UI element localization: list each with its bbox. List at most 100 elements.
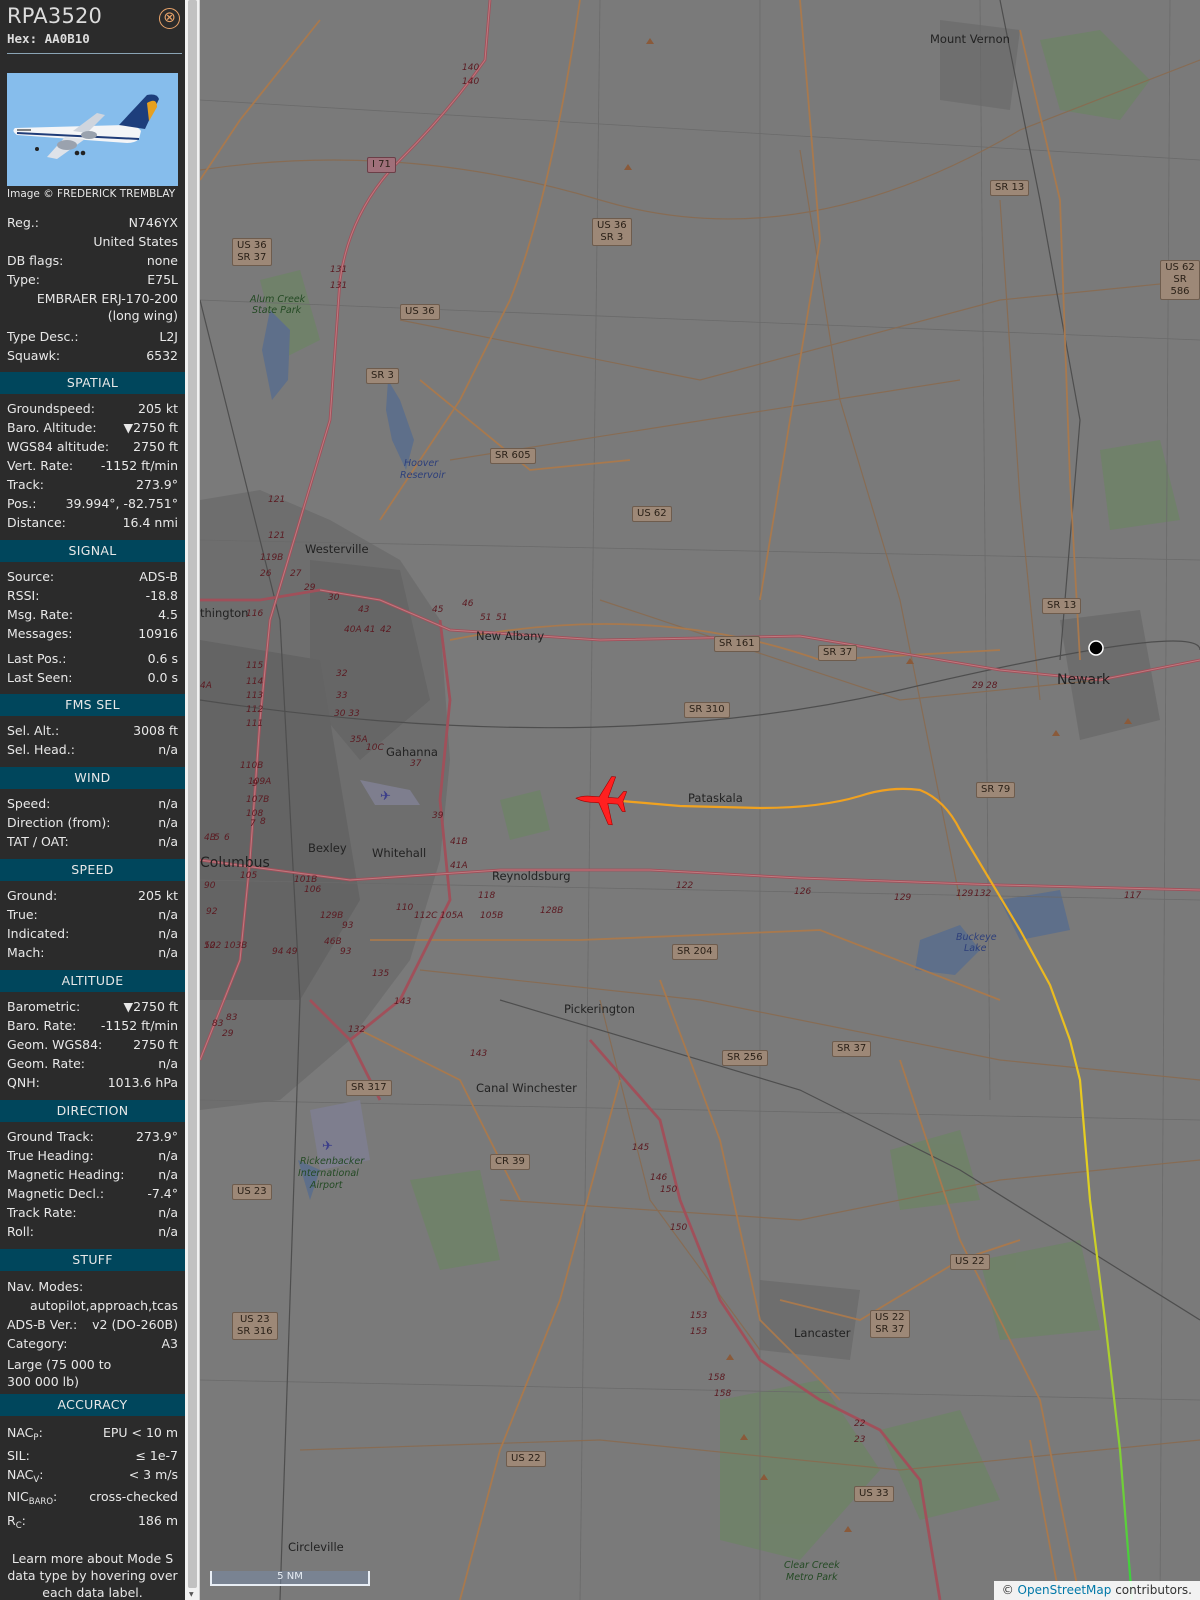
- exit-label: 150: [660, 1185, 677, 1195]
- exit-label: 150: [670, 1223, 687, 1233]
- map-view[interactable]: Mount Vernon Newark Westerville New Alba…: [200, 0, 1200, 1600]
- exit-label: 114: [246, 677, 263, 687]
- exit-label: 7: [250, 819, 256, 829]
- exit-label: 135: [372, 969, 389, 979]
- exit-label: 93: [342, 921, 354, 931]
- park-alum-creek-2: State Park: [252, 305, 302, 316]
- exit-label: 103B: [224, 941, 247, 951]
- aircraft-photo[interactable]: [7, 73, 178, 186]
- exit-label: 106: [304, 885, 321, 895]
- exit-label: 46B: [324, 937, 342, 947]
- aircraft-icon[interactable]: [574, 774, 628, 826]
- exit-label: 39: [432, 811, 444, 821]
- exit-label: 113: [246, 691, 263, 701]
- place-pataskala: Pataskala: [688, 791, 743, 805]
- callsign-title: RPA3520: [7, 4, 103, 28]
- exit-label: 112: [246, 705, 263, 715]
- exit-label: 132: [348, 1025, 365, 1035]
- exit-label: 140: [462, 63, 479, 73]
- header-divider: [7, 53, 182, 54]
- openstreetmap-link[interactable]: OpenStreetMap: [1018, 1583, 1112, 1597]
- section-signal: SIGNAL: [0, 540, 185, 562]
- place-newark: Newark: [1057, 672, 1111, 688]
- exit-label: 30 33: [334, 709, 360, 719]
- section-wind: WIND: [0, 767, 185, 789]
- exit-label: 46: [462, 599, 474, 609]
- exit-label: 111: [246, 719, 263, 729]
- exit-label: 93: [340, 947, 352, 957]
- exit-label: 83: [212, 1019, 224, 1029]
- exit-label: 158: [714, 1389, 731, 1399]
- shield-sr13-north: SR 13: [990, 180, 1030, 196]
- exit-label: 43: [358, 605, 370, 615]
- exit-label: 22: [854, 1419, 866, 1429]
- exit-label: 101B: [294, 875, 317, 885]
- place-new-albany: New Albany: [476, 629, 544, 643]
- exit-label: 143: [394, 997, 411, 1007]
- park-clear-creek: Clear Creek: [784, 1560, 840, 1571]
- shield-sr605: SR 605: [490, 448, 536, 464]
- place-bexley: Bexley: [308, 841, 347, 855]
- exit-label: 117: [1124, 891, 1141, 901]
- close-icon[interactable]: ⊗: [159, 8, 180, 29]
- receiver-location-icon[interactable]: [1088, 640, 1104, 656]
- shield-i71: I 71: [367, 157, 396, 173]
- shield-cr39: CR 39: [490, 1154, 530, 1170]
- exit-label: 30: [328, 593, 340, 603]
- exit-label: 143: [470, 1049, 487, 1059]
- exit-label: 110B: [240, 761, 263, 771]
- hex-code: Hex: AA0B10: [7, 31, 90, 46]
- map-scale-bar: 5 NM: [210, 1571, 370, 1586]
- section-spatial: SPATIAL: [0, 372, 185, 394]
- section-fms-sel: FMS SEL: [0, 694, 185, 716]
- place-whitehall: Whitehall: [372, 846, 426, 860]
- place-gahanna: Gahanna: [386, 745, 438, 759]
- shield-sr3: SR 3: [366, 368, 399, 384]
- exit-label: 128B: [540, 906, 563, 916]
- exit-label: 140: [462, 77, 479, 87]
- scrollbar-thumb[interactable]: [188, 0, 197, 1588]
- water-buckeye-2: Lake: [964, 943, 987, 954]
- airport-rickenbacker-3: Airport: [309, 1180, 344, 1191]
- scroll-down-icon[interactable]: ▼: [189, 1591, 194, 1598]
- airport-icon-rickenbacker: ✈: [322, 1139, 333, 1154]
- shield-sr37: SR 37: [818, 645, 858, 661]
- exit-label: 94: [272, 947, 284, 957]
- exit-label: 115: [246, 661, 263, 671]
- shield-us36: US 36: [400, 304, 440, 320]
- exit-label: 41: [364, 625, 375, 635]
- airport-icon: ✈: [380, 789, 391, 804]
- place-canal-winchester: Canal Winchester: [476, 1081, 577, 1095]
- shield-sr310: SR 310: [684, 702, 730, 718]
- shield-sr161: SR 161: [714, 636, 760, 652]
- exit-label: 105A: [440, 911, 463, 921]
- exit-label: 8: [260, 817, 266, 827]
- exit-label: 45: [432, 605, 444, 615]
- exit-label: 42: [380, 625, 392, 635]
- exit-label: 51: [480, 613, 491, 623]
- park-alum-creek: Alum Creek: [249, 294, 306, 305]
- section-direction: DIRECTION: [0, 1100, 185, 1122]
- exit-label: 107B: [246, 795, 269, 805]
- exit-label: 112C: [414, 911, 438, 921]
- exit-label: 153: [690, 1311, 707, 1321]
- shield-sr256: SR 256: [722, 1050, 768, 1066]
- exit-label: 51: [496, 613, 507, 623]
- exit-label: 35A: [350, 735, 368, 745]
- section-accuracy: ACCURACY: [0, 1394, 185, 1416]
- exit-label: 90: [204, 881, 216, 891]
- exit-label: 146: [650, 1173, 667, 1183]
- water-hoover-2: Reservoir: [400, 470, 446, 481]
- shield-sr37-south: SR 37: [832, 1041, 872, 1057]
- exit-label: 5: [214, 833, 220, 843]
- section-altitude: ALTITUDE: [0, 970, 185, 992]
- shield-sr204: SR 204: [672, 944, 718, 960]
- exit-label: 37: [410, 759, 422, 769]
- exit-label: 29: [972, 681, 984, 691]
- place-pickerington: Pickerington: [564, 1002, 635, 1016]
- sidebar-scrollbar[interactable]: ▲ ▼: [185, 0, 200, 1600]
- exit-label: 10C: [366, 743, 384, 753]
- shield-us62-sr586: US 62 SR 586: [1160, 260, 1200, 300]
- mode-s-help-note: Learn more about Mode S data type by hov…: [7, 1551, 178, 1600]
- shield-us36-sr3: US 36 SR 3: [592, 218, 632, 246]
